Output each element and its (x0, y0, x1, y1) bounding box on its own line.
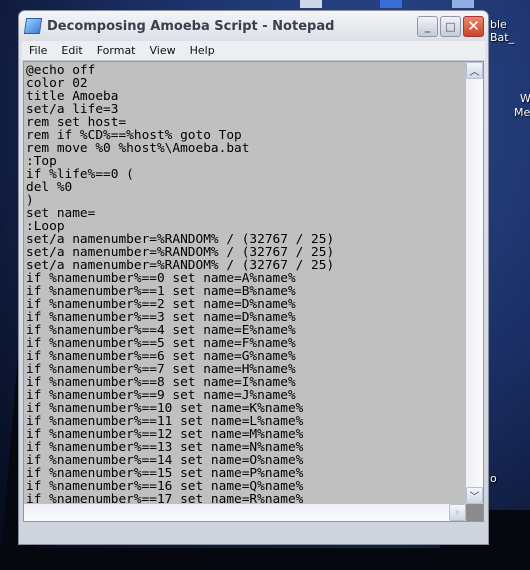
resize-grip[interactable] (466, 504, 483, 521)
editor-text[interactable]: @echo off color 02 title Amoeba set/a life=… (26, 64, 466, 519)
menu-file[interactable]: File (22, 44, 54, 57)
maximize-button[interactable]: □ (440, 15, 461, 37)
text-editor[interactable]: @echo off color 02 title Amoeba set/a life=… (23, 61, 484, 522)
desktop-icon-label[interactable]: Me (514, 106, 530, 119)
menu-help[interactable]: Help (183, 44, 222, 57)
desktop-icon[interactable] (380, 0, 402, 8)
scroll-right-button[interactable]: › (449, 504, 466, 521)
menu-format[interactable]: Format (90, 44, 143, 57)
menu-edit[interactable]: Edit (54, 44, 89, 57)
title-bar[interactable]: Decomposing Amoeba Script - Notepad _ □ … (19, 11, 488, 41)
desktop-icon[interactable] (452, 0, 474, 8)
notepad-window: Decomposing Amoeba Script - Notepad _ □ … (18, 10, 489, 545)
menu-view[interactable]: View (143, 44, 183, 57)
scroll-up-button[interactable]: ︿ (466, 62, 483, 79)
text-line: set name= (26, 206, 96, 221)
desktop-icon[interactable] (300, 0, 322, 8)
ground-silhouette (0, 548, 530, 570)
menu-bar: File Edit Format View Help (22, 41, 485, 61)
text-line: del %0 (26, 180, 73, 195)
desktop-icon-label[interactable]: o (490, 472, 497, 485)
horizontal-scrollbar[interactable]: › (24, 504, 466, 521)
desktop-icon-label[interactable]: W (520, 92, 530, 105)
minimize-button[interactable]: _ (417, 15, 438, 37)
notepad-icon (23, 18, 43, 34)
text-line: rem move %0 %host%\Amoeba.bat (26, 141, 250, 156)
desktop-icon-label[interactable]: ble Bat_ (490, 18, 530, 44)
text-line: if %life%==0 ( (26, 167, 134, 182)
close-button[interactable]: ✕ (463, 15, 484, 37)
scroll-down-button[interactable]: ﹀ (466, 487, 483, 504)
text-line: @echo off (26, 63, 96, 78)
vertical-scrollbar[interactable]: ︿ ﹀ (466, 62, 483, 504)
window-title: Decomposing Amoeba Script - Notepad (47, 18, 335, 34)
